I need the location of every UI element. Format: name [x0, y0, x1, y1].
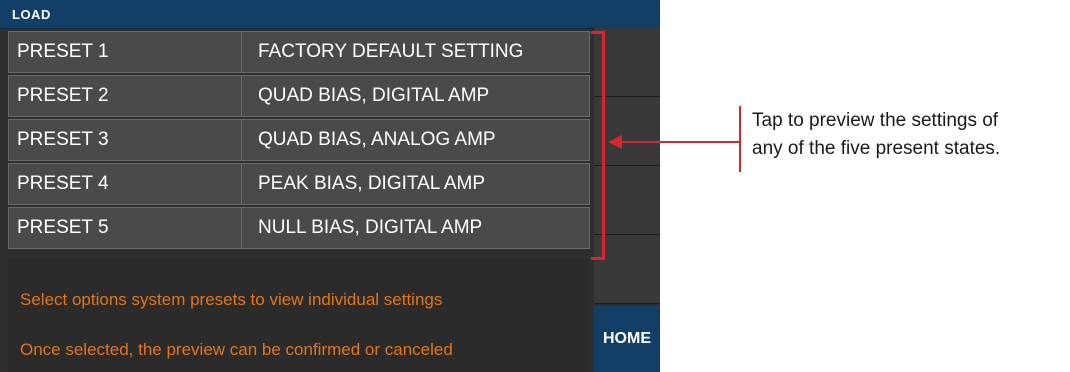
preset-description: QUAD BIAS, DIGITAL AMP: [258, 85, 490, 106]
title-bar: LOAD: [0, 0, 660, 29]
info-line-2: Once selected, the preview can be confir…: [20, 340, 453, 359]
annotation-bracket: [591, 31, 605, 260]
preset-row-4[interactable]: PRESET 4 PEAK BIAS, DIGITAL AMP: [8, 163, 590, 205]
callout-text: Tap to preview the settings of any of th…: [752, 107, 1000, 163]
home-button[interactable]: HOME: [594, 306, 660, 372]
info-line-1: Select options system presets to view in…: [20, 290, 443, 309]
preset-row-1[interactable]: PRESET 1 FACTORY DEFAULT SETTING: [8, 31, 590, 73]
preset-row-2[interactable]: PRESET 2 QUAD BIAS, DIGITAL AMP: [8, 75, 590, 117]
preset-name: PRESET 1: [9, 32, 242, 72]
preset-description: NULL BIAS, DIGITAL AMP: [258, 217, 483, 238]
window-title: LOAD: [12, 7, 51, 22]
preset-name: PRESET 4: [9, 164, 242, 204]
arrow-left-icon: [608, 135, 739, 149]
callout-line-2: any of the five present states.: [752, 138, 1001, 159]
preset-list: PRESET 1 FACTORY DEFAULT SETTING PRESET …: [8, 31, 590, 251]
preset-name: PRESET 2: [9, 76, 242, 116]
info-panel: Select options system presets to view in…: [8, 258, 590, 372]
callout-line-1: Tap to preview the settings of: [752, 110, 999, 131]
preset-row-5[interactable]: PRESET 5 NULL BIAS, DIGITAL AMP: [8, 207, 590, 249]
preset-description: FACTORY DEFAULT SETTING: [258, 41, 524, 62]
preset-name: PRESET 5: [9, 208, 242, 248]
preset-row-3[interactable]: PRESET 3 QUAD BIAS, ANALOG AMP: [8, 119, 590, 161]
device-screen: LOAD PRESET 1 FACTORY DEFAULT SETTING PR…: [0, 0, 660, 372]
preset-name: PRESET 3: [9, 120, 242, 160]
callout-line: [739, 106, 741, 172]
preset-description: PEAK BIAS, DIGITAL AMP: [258, 173, 486, 194]
preset-description: QUAD BIAS, ANALOG AMP: [258, 129, 496, 150]
